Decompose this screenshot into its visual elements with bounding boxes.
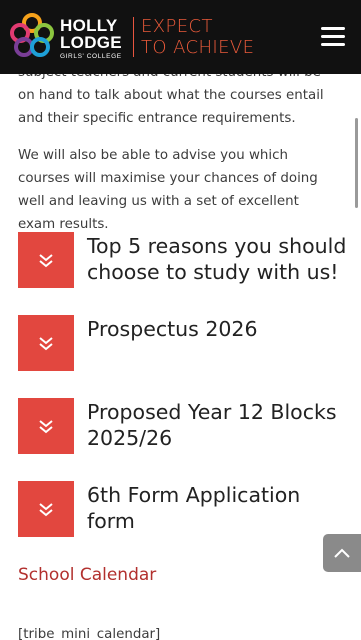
double-chevron-down-icon bbox=[39, 503, 53, 517]
back-to-top-button[interactable] bbox=[323, 534, 361, 572]
logo-wordmark[interactable]: HOLLY LODGE GIRLS' COLLEGE bbox=[60, 17, 122, 60]
accordion-title[interactable]: Proposed Year 12 Blocks 2025/26 bbox=[87, 399, 349, 451]
accordion-title[interactable]: Prospectus 2026 bbox=[87, 316, 349, 342]
menu-bar bbox=[321, 27, 345, 30]
accordion-title[interactable]: Top 5 reasons you should choose to study… bbox=[87, 233, 349, 285]
accordion-toggle-button[interactable] bbox=[18, 481, 74, 537]
double-chevron-down-icon bbox=[39, 420, 53, 434]
accordion-toggle-button[interactable] bbox=[18, 398, 74, 454]
accordion-toggle-button[interactable] bbox=[18, 232, 74, 288]
logo-line-lodge: LODGE bbox=[60, 33, 122, 52]
logo-line-holly: HOLLY bbox=[60, 16, 118, 35]
main-content: subject teachers and current students wi… bbox=[0, 74, 361, 640]
header-divider bbox=[133, 17, 134, 57]
holly-lodge-logo-icon[interactable] bbox=[9, 13, 55, 59]
accordion-title[interactable]: 6th Form Application form bbox=[87, 482, 349, 534]
hamburger-menu-icon[interactable] bbox=[321, 27, 345, 47]
menu-bar bbox=[321, 43, 345, 46]
logo-line-college: GIRLS' COLLEGE bbox=[60, 53, 122, 60]
site-header: HOLLY LODGE GIRLS' COLLEGE EXPECT TO ACH… bbox=[0, 0, 361, 74]
tagline: EXPECT TO ACHIEVE bbox=[141, 16, 254, 58]
advice-paragraph: We will also be able to advise you which… bbox=[18, 148, 318, 232]
calendar-shortcode-text: [tribe_mini_calendar] bbox=[18, 627, 161, 640]
menu-bar bbox=[321, 35, 345, 38]
tagline-line1: EXPECT bbox=[141, 16, 213, 37]
double-chevron-down-icon bbox=[39, 254, 53, 268]
page-scrollbar[interactable] bbox=[355, 118, 358, 208]
accordion-toggle-button[interactable] bbox=[18, 315, 74, 371]
school-calendar-link[interactable]: School Calendar bbox=[18, 565, 156, 585]
chevron-up-icon bbox=[334, 548, 350, 558]
double-chevron-down-icon bbox=[39, 337, 53, 351]
intro-paragraph: subject teachers and current students wi… bbox=[18, 74, 324, 126]
tagline-line2: TO ACHIEVE bbox=[141, 37, 255, 58]
